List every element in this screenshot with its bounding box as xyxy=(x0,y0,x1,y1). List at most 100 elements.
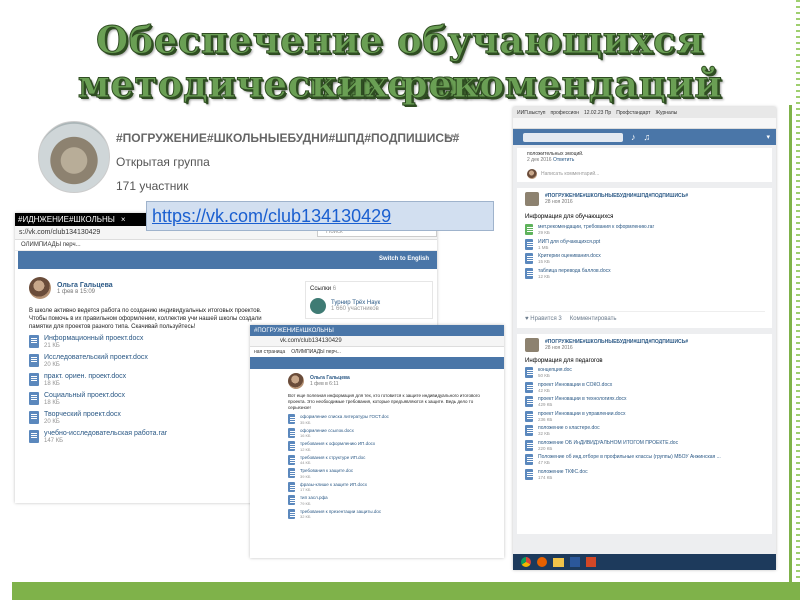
doc-item[interactable]: оформление списка литературы ГОСТ.doc 35 … xyxy=(288,414,504,425)
tab-group[interactable]: #ПОГРУЖЕНИЕ#ШКОЛЬНЫ xyxy=(254,328,334,334)
user-avatar xyxy=(527,169,537,179)
doc-size: 147 КБ xyxy=(44,438,64,444)
powerpoint-icon[interactable] xyxy=(586,557,596,567)
bookmark-item[interactable]: ОЛИМПИАДЫ перч... xyxy=(291,349,341,355)
doc-icon xyxy=(525,439,533,451)
doc-item[interactable]: ИИП для обучающихся.ppt 1 МБ xyxy=(525,238,764,251)
post-date: 28 ноя 2016 xyxy=(545,199,573,205)
doc-icon xyxy=(288,441,296,451)
doc-name[interactable]: Социальный проект.docx xyxy=(44,392,125,400)
doc-icon xyxy=(29,335,39,348)
doc-name[interactable]: Творческий проект.docx xyxy=(44,411,121,419)
group-link[interactable]: https://vk.com/club134130429 xyxy=(146,201,494,231)
browser-tab[interactable]: Журналы xyxy=(655,110,677,116)
folder-icon[interactable] xyxy=(553,557,564,567)
switch-english-link[interactable]: Switch to English xyxy=(379,256,429,262)
word-icon[interactable] xyxy=(570,557,580,567)
doc-name[interactable]: Исследовательский проект.docx xyxy=(44,354,148,362)
author-avatar[interactable] xyxy=(288,373,304,389)
doc-name[interactable]: Информационный проект.docx xyxy=(44,335,143,343)
doc-item[interactable]: оформление ссылок.docx 16 КБ xyxy=(288,427,504,438)
group-more-icon[interactable]: ••• xyxy=(446,129,459,143)
comment-reply[interactable]: Ответить xyxy=(553,157,574,163)
browser-tab[interactable]: профессион xyxy=(550,110,579,116)
doc-item[interactable]: требования к структуре ИП.doc 44 КБ xyxy=(288,454,504,465)
like-button[interactable]: ♥ Нравится 3 xyxy=(525,316,562,322)
post-author[interactable]: Ольга Гальцева xyxy=(57,282,113,289)
doc-name[interactable]: ИИП для обучающихся.ppt xyxy=(538,239,600,245)
browser-tab[interactable]: 12.02.23 Пр xyxy=(584,110,611,116)
doc-icon xyxy=(29,354,39,367)
doc-name[interactable]: тип засл.рфа xyxy=(300,495,328,501)
doc-item[interactable]: Положение об инд.отборе в профильные кла… xyxy=(525,454,764,466)
comment-button[interactable]: Комментировать xyxy=(570,316,617,322)
doc-item[interactable]: фразы-клише к защите ИП.docx 17 КБ xyxy=(288,481,504,492)
doc-size: 20 КБ xyxy=(44,362,60,368)
doc-name[interactable]: Требования к защите.doc xyxy=(300,468,353,474)
vk-header xyxy=(250,357,504,369)
group-hashtags[interactable]: #ПОГРУЖЕНИЕ#ШКОЛЬНЫЕБУДНИ#ШПД#ПОДПИШИСЬ# xyxy=(116,131,459,145)
group-avatar[interactable] xyxy=(525,338,539,352)
doc-item[interactable]: проект Инновации в управлении.docx 236 КБ xyxy=(525,410,764,423)
group-type: Открытая группа xyxy=(116,155,210,169)
doc-icon xyxy=(288,454,296,465)
address-bar: vk.com/club134130429 xyxy=(250,336,504,347)
doc-list: оформление списка литературы ГОСТ.doc 35 … xyxy=(288,414,504,519)
doc-item[interactable]: требования к презентации защиты.doc 32 КБ xyxy=(288,508,504,519)
bell-icon[interactable]: ♪ xyxy=(631,132,636,142)
bookmark-item[interactable]: ОЛИМПИАДЫ перч... xyxy=(21,242,81,248)
doc-name[interactable]: оформление списка литературы ГОСТ.doc xyxy=(300,414,389,420)
chevron-down-icon[interactable]: ▾ xyxy=(766,133,770,141)
firefox-icon[interactable] xyxy=(537,557,547,567)
links-title[interactable]: Ссылки xyxy=(310,286,331,292)
doc-item[interactable]: положение ТКФС.doc 174 КБ xyxy=(525,468,764,481)
doc-name[interactable]: положение ТКФС.doc xyxy=(538,469,588,475)
doc-item[interactable]: проект Инновации в технологиях.docx 429 К… xyxy=(525,396,764,408)
url-text[interactable]: vk.com/club134130429 xyxy=(280,338,342,344)
doc-name[interactable]: учебно-исследовательская работа.rar xyxy=(44,430,167,438)
doc-icon xyxy=(288,427,296,438)
doc-item[interactable]: требования к оформлению ИП.docx 12 КБ xyxy=(288,441,504,452)
doc-item[interactable]: положение о кластере.doc 32 КБ xyxy=(525,425,764,437)
tab-group[interactable]: #ИДНЖЕНИЕ#ШКОЛЬНЫ xyxy=(18,215,115,224)
search-field[interactable] xyxy=(523,132,623,142)
doc-name[interactable]: таблица перевода баллов.docx xyxy=(538,268,611,274)
tab-close-icon[interactable]: × xyxy=(121,215,126,224)
post-date[interactable]: 1 фев в 15:09 xyxy=(57,289,113,295)
browser-tab[interactable]: Профстандарт xyxy=(616,110,650,116)
doc-item[interactable]: проект Инновации в СОКО.docx 42 КБ xyxy=(525,381,764,394)
doc-name[interactable]: требования к оформлению ИП.docx xyxy=(300,441,375,447)
doc-item[interactable]: концепция.doc 50 КБ xyxy=(525,367,764,379)
doc-size: 18 КБ xyxy=(44,381,60,387)
doc-name[interactable]: практ. ориен. проект.docx xyxy=(44,373,126,381)
doc-size: 220 КБ xyxy=(538,445,553,451)
doc-icon xyxy=(525,454,533,465)
doc-item[interactable]: мет.рекомендации, требования к оформлени… xyxy=(525,224,764,236)
browser-tab[interactable]: ИИП.выступ xyxy=(517,110,545,116)
link-logo xyxy=(310,298,326,314)
doc-size: 79 КБ xyxy=(300,500,311,506)
doc-name[interactable]: положение ОБ ИнДИВИДУАЛЬНОМ ИТОГОМ ПРОЕК… xyxy=(538,440,678,446)
doc-item[interactable]: Критерии оценивания.docx 15 КБ xyxy=(525,253,764,265)
doc-name[interactable]: Положение об инд.отборе в профильные кла… xyxy=(538,454,721,460)
doc-size: 20 КБ xyxy=(44,419,60,425)
doc-item[interactable]: Требования к защите.doc 39 КБ xyxy=(288,468,504,479)
group-avatar[interactable] xyxy=(525,192,539,206)
music-note-icon[interactable]: ♫ xyxy=(644,132,651,142)
doc-name[interactable]: проект Инновации в СОКО.docx xyxy=(538,382,612,388)
chrome-icon[interactable] xyxy=(521,557,531,567)
doc-name[interactable]: мет.рекомендации, требования к оформлени… xyxy=(538,224,654,230)
comment-block: положительных эмоций. 2 дек 2016 Ответит… xyxy=(517,148,772,182)
author-avatar[interactable] xyxy=(29,277,51,299)
doc-item[interactable]: тип засл.рфа 79 КБ xyxy=(288,495,504,506)
write-comment-input[interactable]: Написать комментарий... xyxy=(541,171,599,177)
doc-item[interactable]: таблица перевода баллов.docx 12 КБ xyxy=(525,267,764,280)
doc-size: 44 КБ xyxy=(300,460,311,465)
doc-size: 16 КБ xyxy=(300,433,311,438)
bookmark-item[interactable]: ная страница xyxy=(254,349,285,355)
doc-name[interactable]: проект Инновации в управлении.docx xyxy=(538,411,625,417)
doc-item[interactable]: положение ОБ ИнДИВИДУАЛЬНОМ ИТОГОМ ПРОЕК… xyxy=(525,439,764,452)
doc-size: 21 КБ xyxy=(44,343,60,349)
post-text: В школе активно ведется работа по создан… xyxy=(29,308,262,330)
doc-name[interactable]: требования к презентации защиты.doc xyxy=(300,509,381,515)
